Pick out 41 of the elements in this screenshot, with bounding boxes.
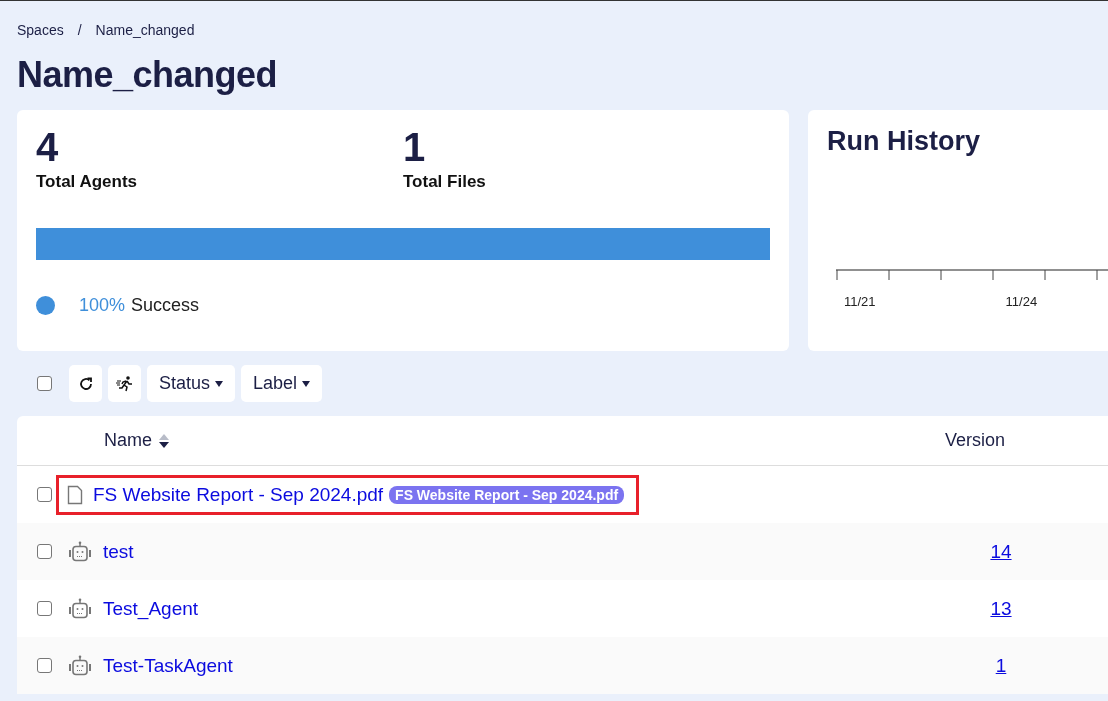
caret-icon xyxy=(215,380,224,387)
robot-icon xyxy=(67,540,93,563)
row-checkbox[interactable] xyxy=(37,658,52,673)
filter-dropdown[interactable]: Label xyxy=(241,365,323,402)
stat-label: Total Files xyxy=(403,172,487,192)
column-header[interactable]: Version xyxy=(945,430,1006,451)
row-checkbox[interactable] xyxy=(37,487,52,502)
success-percent: 100% xyxy=(79,295,126,316)
breadcrumb-link[interactable]: Spaces xyxy=(17,22,64,38)
run-button[interactable] xyxy=(108,365,141,402)
file-tag: FS Website Report - Sep 2024.pdf xyxy=(389,485,625,504)
filter-dropdown[interactable]: Status xyxy=(147,365,236,402)
item-link[interactable]: FS Website Report - Sep 2024.pdf xyxy=(93,483,384,506)
card-title: Run History xyxy=(827,125,981,158)
item-link[interactable]: Test-TaskAgent xyxy=(103,654,233,677)
breadcrumb-current: Name_changed xyxy=(95,22,195,38)
breadcrumb-separator: / xyxy=(77,22,82,38)
axis-label: 11/24 xyxy=(1005,294,1038,309)
refresh-button[interactable] xyxy=(69,365,102,402)
robot-icon xyxy=(67,654,93,677)
item-link[interactable]: test xyxy=(103,540,134,563)
stat-label: Total Agents xyxy=(36,172,139,192)
row-checkbox[interactable] xyxy=(37,601,52,616)
item-link[interactable]: Test_Agent xyxy=(103,597,199,620)
sort-icon[interactable] xyxy=(158,432,170,449)
row-checkbox[interactable] xyxy=(37,544,52,559)
stat-value: 1 xyxy=(403,126,427,168)
column-header[interactable]: Name xyxy=(104,430,152,451)
version-link[interactable]: 13 xyxy=(990,597,1012,619)
robot-icon xyxy=(67,597,93,620)
caret-icon xyxy=(302,380,311,387)
select-all-checkbox[interactable] xyxy=(37,376,52,391)
refresh-icon xyxy=(77,375,94,392)
running-person-icon xyxy=(115,374,134,393)
legend-label: Success xyxy=(131,295,200,316)
version-link[interactable]: 1 xyxy=(995,654,1007,676)
axis-label: 11/21 xyxy=(844,294,876,309)
version-link[interactable]: 14 xyxy=(990,540,1012,562)
document-icon xyxy=(67,484,83,505)
page-title: Name_changed xyxy=(17,53,279,97)
stat-value: 4 xyxy=(36,126,60,168)
